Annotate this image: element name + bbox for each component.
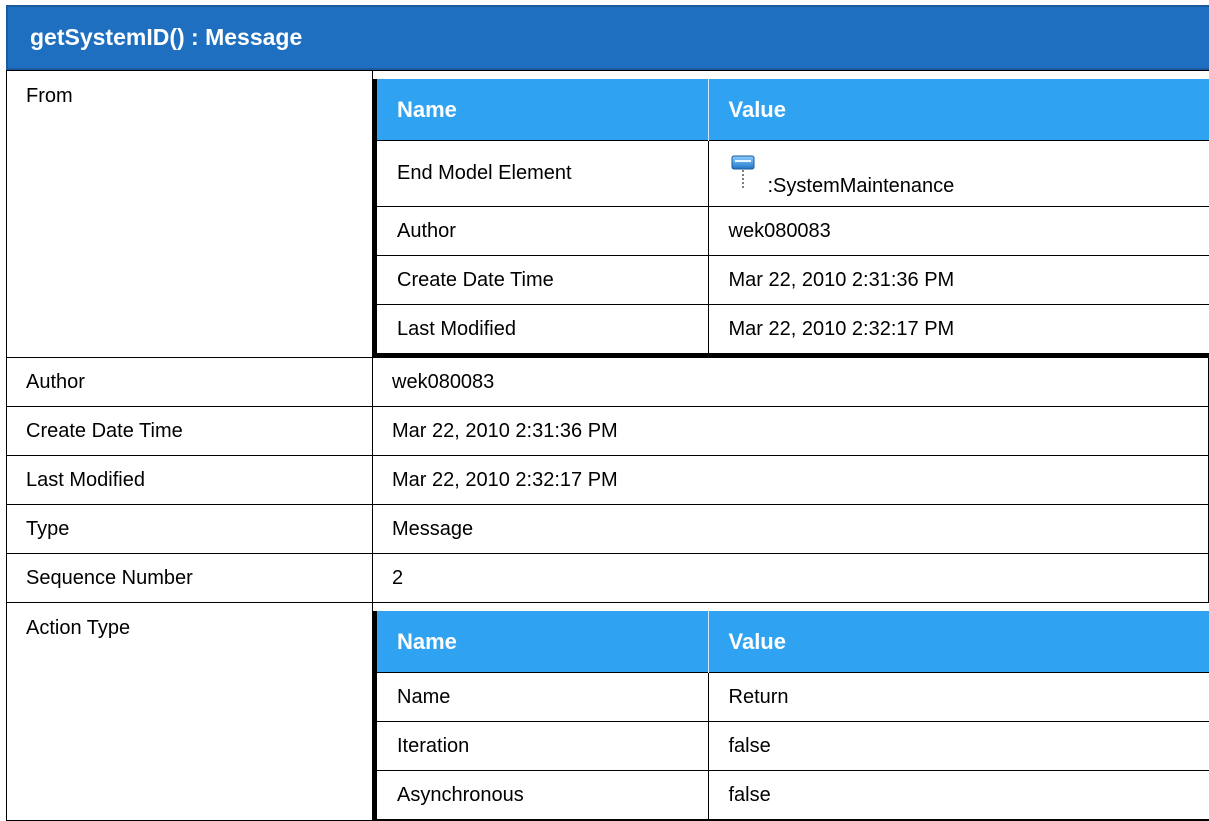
table-row: Create Date Time Mar 22, 2010 2:31:36 PM [374, 255, 1209, 305]
message-properties-table: getSystemID() : Message From Name Value … [0, 0, 1209, 821]
row-value: :SystemMaintenance [707, 140, 1209, 207]
last-modified-row: Last Modified Mar 22, 2010 2:32:17 PM [6, 455, 1209, 505]
properties-table: From Name Value End Model Element:Syste… [6, 70, 1209, 821]
type-row: Type Message [6, 504, 1209, 554]
table-row: Author wek080083 [374, 206, 1209, 256]
table-row: Name Return [374, 672, 1209, 722]
table-row: End Model Element:SystemMaintenance [374, 140, 1209, 207]
row-name: End Model Element [374, 140, 709, 207]
property-value: 2 [372, 553, 1209, 603]
nested-header-name: Name [375, 603, 709, 673]
table-row: Asynchronous false [374, 770, 1209, 820]
create-date-row: Create Date Time Mar 22, 2010 2:31:36 PM [6, 406, 1209, 456]
action-type-value: Name Value Name Return Iteration false A… [372, 602, 1209, 821]
action-type-row: Action Type Name Value Name Return Itera… [6, 602, 1209, 821]
property-value: Mar 22, 2010 2:31:36 PM [372, 406, 1209, 456]
action-type-label: Action Type [6, 602, 373, 821]
row-value-text: :SystemMaintenance [767, 175, 955, 197]
property-label: Create Date Time [6, 406, 373, 456]
table-row: Iteration false [374, 721, 1209, 771]
row-value: Return [707, 672, 1209, 722]
row-name: Name [374, 672, 709, 722]
property-label: Sequence Number [6, 553, 373, 603]
nested-header-name: Name [375, 71, 709, 141]
row-value: Mar 22, 2010 2:31:36 PM [707, 255, 1209, 305]
row-name: Last Modified [374, 304, 709, 357]
row-value: false [707, 721, 1209, 771]
lifeline-icon [731, 155, 755, 189]
action-type-nested-table: Name Value Name Return Iteration false A… [373, 603, 1209, 820]
row-name: Iteration [374, 721, 709, 771]
row-value: Mar 22, 2010 2:32:17 PM [707, 304, 1209, 357]
from-nested-table: Name Value End Model Element:SystemMain… [373, 71, 1209, 357]
property-label: Type [6, 504, 373, 554]
from-row: From Name Value End Model Element:Syste… [6, 70, 1209, 358]
property-value: Message [372, 504, 1209, 554]
property-label: Author [6, 357, 373, 407]
nested-header-value: Value [708, 603, 1209, 673]
from-value: Name Value End Model Element:SystemMain… [372, 70, 1209, 358]
row-name: Create Date Time [374, 255, 709, 305]
property-label: Last Modified [6, 455, 373, 505]
table-title: getSystemID() : Message [6, 5, 1209, 70]
row-name: Asynchronous [374, 770, 709, 820]
property-value: Mar 22, 2010 2:32:17 PM [372, 455, 1209, 505]
row-value: false [707, 770, 1209, 820]
property-value: wek080083 [372, 357, 1209, 407]
row-name: Author [374, 206, 709, 256]
sequence-number-row: Sequence Number 2 [6, 553, 1209, 603]
author-row: Author wek080083 [6, 357, 1209, 407]
table-row: Last Modified Mar 22, 2010 2:32:17 PM [374, 304, 1209, 357]
row-value: wek080083 [707, 206, 1209, 256]
from-label: From [6, 70, 373, 358]
nested-header-value: Value [708, 71, 1209, 141]
